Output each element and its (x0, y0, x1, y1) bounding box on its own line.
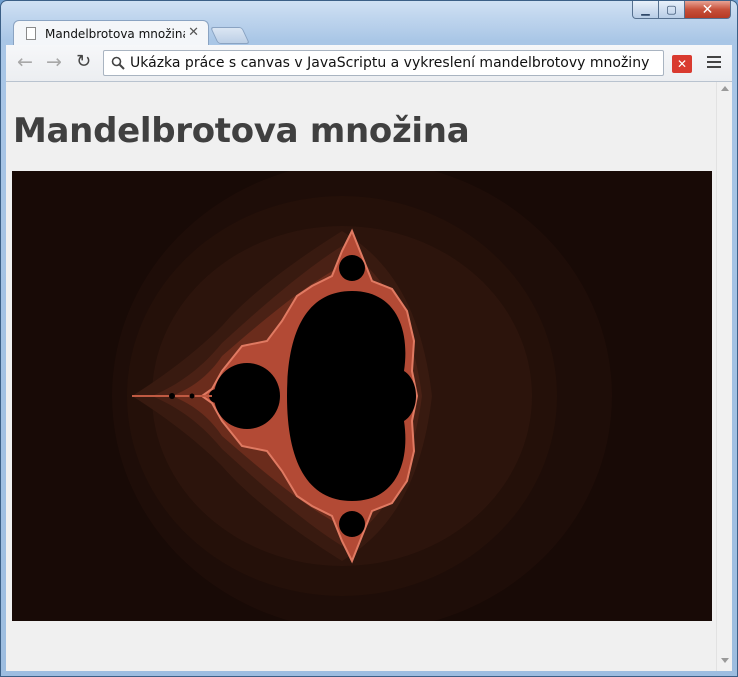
search-icon (111, 56, 125, 70)
page-title: Mandelbrotova množina (13, 111, 470, 151)
maximize-button[interactable]: ▢ (659, 1, 685, 19)
window-controls: ▁ ▢ ✕ (632, 1, 731, 19)
tab-close-icon[interactable]: ✕ (188, 25, 199, 40)
back-arrow-icon[interactable]: ← (17, 52, 33, 72)
browser-window: ▁ ▢ ✕ Mandelbrotova množina ✕ ← → ↻ Ukáz… (0, 0, 738, 677)
scroll-down-icon[interactable] (721, 658, 729, 663)
mandelbrot-canvas[interactable] (12, 171, 712, 621)
new-tab-button[interactable] (210, 27, 250, 44)
minimize-button[interactable]: ▁ (632, 1, 659, 19)
document-icon (26, 27, 36, 40)
reload-icon[interactable]: ↻ (76, 52, 91, 72)
mandelbrot-image (12, 171, 712, 621)
address-text[interactable]: Ukázka práce s canvas v JavaScriptu a vy… (130, 55, 649, 71)
browser-tab[interactable]: Mandelbrotova množina ✕ (13, 20, 209, 46)
menu-icon[interactable] (707, 56, 721, 71)
page-content: Mandelbrotova množina (6, 82, 716, 671)
scroll-up-icon[interactable] (721, 86, 729, 91)
address-bar[interactable]: Ukázka práce s canvas v JavaScriptu a vy… (103, 50, 664, 76)
window-close-button[interactable]: ✕ (685, 1, 731, 19)
forward-arrow-icon[interactable]: → (46, 52, 62, 72)
extension-icon[interactable]: ✕ (672, 55, 692, 73)
tab-title: Mandelbrotova množina (45, 27, 185, 41)
vertical-scrollbar[interactable] (716, 82, 732, 671)
browser-toolbar: ← → ↻ Ukázka práce s canvas v JavaScript… (6, 45, 732, 82)
